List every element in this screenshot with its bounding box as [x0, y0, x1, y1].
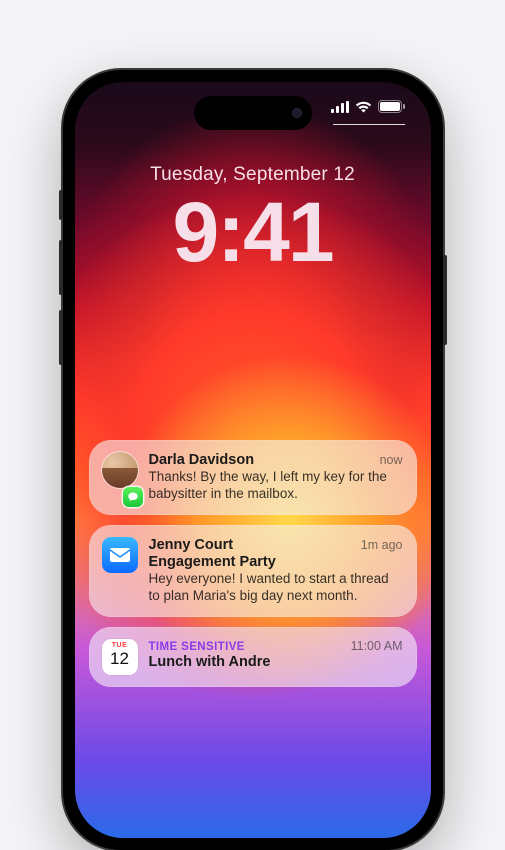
dynamic-island[interactable] — [194, 96, 312, 130]
time-sensitive-tag: TIME SENSITIVE — [149, 641, 245, 653]
contact-avatar — [102, 452, 138, 488]
side-button-vol-up — [59, 240, 63, 295]
notification-subject: Engagement Party — [149, 554, 403, 570]
notification-timestamp: now — [380, 453, 403, 467]
battery-full-icon — [378, 100, 405, 113]
messages-app-icon — [123, 487, 143, 507]
notification-mail[interactable]: Jenny Court 1m ago Engagement Party Hey … — [89, 525, 417, 617]
notification-stack: Darla Davidson now Thanks! By the way, I… — [89, 440, 417, 687]
lock-date: Tuesday, September 12 — [75, 164, 431, 186]
wifi-icon — [355, 101, 372, 113]
notification-sender: Jenny Court — [149, 537, 234, 553]
status-bar — [331, 100, 405, 113]
calendar-icon-day-label: TUE — [112, 642, 128, 649]
notification-sender: Darla Davidson — [149, 452, 255, 468]
notification-messages[interactable]: Darla Davidson now Thanks! By the way, I… — [89, 440, 417, 515]
notification-calendar[interactable]: TUE 12 TIME SENSITIVE 11:00 AM Lunch wit… — [89, 627, 417, 687]
lock-screen[interactable]: Tuesday, September 12 9:41 Darla Davidso… — [75, 82, 431, 838]
mail-app-icon — [102, 537, 138, 573]
notification-subject: Lunch with Andre — [149, 654, 403, 670]
side-button-power — [443, 255, 447, 345]
calendar-icon-day-number: 12 — [110, 650, 129, 667]
front-camera-icon — [292, 108, 302, 118]
cellular-signal-icon — [331, 101, 349, 113]
iphone-frame: Tuesday, September 12 9:41 Darla Davidso… — [63, 70, 443, 850]
notification-preview: Thanks! By the way, I left my key for th… — [149, 469, 403, 503]
side-button-vol-down — [59, 310, 63, 365]
notification-preview: Hey everyone! I wanted to start a thread… — [149, 571, 403, 605]
side-button-silent — [59, 190, 63, 220]
notification-timestamp: 11:00 AM — [351, 639, 403, 653]
calendar-app-icon: TUE 12 — [102, 639, 138, 675]
status-underline — [333, 124, 405, 125]
notification-timestamp: 1m ago — [361, 538, 403, 552]
lock-time: 9:41 — [75, 190, 431, 274]
lock-header: Tuesday, September 12 9:41 — [75, 164, 431, 274]
